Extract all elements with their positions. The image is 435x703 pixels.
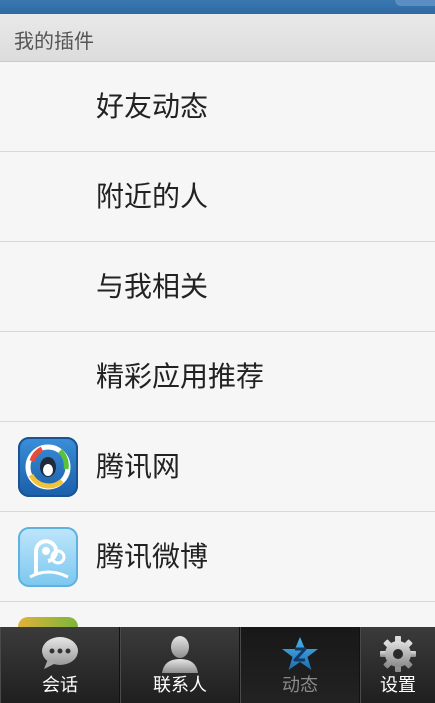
list-item-friend-feed[interactable]: 好友动态 [0,62,435,152]
tab-chats[interactable]: 会话 [0,627,120,703]
list-item-nearby-people[interactable]: 附近的人 [0,152,435,242]
tab-feed[interactable]: 动态 [240,627,360,703]
title-bar-corner [395,0,435,6]
bottom-tab-bar: 会话 联系人 动态 设置 [0,627,435,703]
tab-label: 动态 [282,675,318,696]
list-item-tencent-news[interactable]: 腾讯网 [0,422,435,512]
plugin-list: 好友动态 附近的人 与我相关 精彩应用推荐 腾讯网 腾讯微博 [0,62,435,692]
chat-bubble-icon [40,635,80,675]
list-item-tencent-weibo[interactable]: 腾讯微博 [0,512,435,602]
tab-contacts[interactable]: 联系人 [120,627,240,703]
tencent-weibo-icon [18,527,78,587]
list-item-label: 腾讯微博 [96,540,209,573]
list-item-label: 好友动态 [96,90,209,123]
tab-label: 设置 [380,675,416,696]
list-item-label: 精彩应用推荐 [96,360,265,393]
tab-label: 会话 [42,675,78,696]
list-item-label: 腾讯网 [96,450,181,483]
section-header: 我的插件 [0,14,435,62]
list-item-app-recommendations[interactable]: 精彩应用推荐 [0,332,435,422]
section-title: 我的插件 [14,29,94,53]
list-item-related-to-me[interactable]: 与我相关 [0,242,435,332]
tab-label: 联系人 [153,675,207,696]
list-item-label: 与我相关 [96,270,209,303]
tencent-news-icon [18,437,78,497]
tab-settings[interactable]: 设置 [360,627,435,703]
title-bar [0,0,435,14]
list-item-label: 附近的人 [96,180,209,213]
